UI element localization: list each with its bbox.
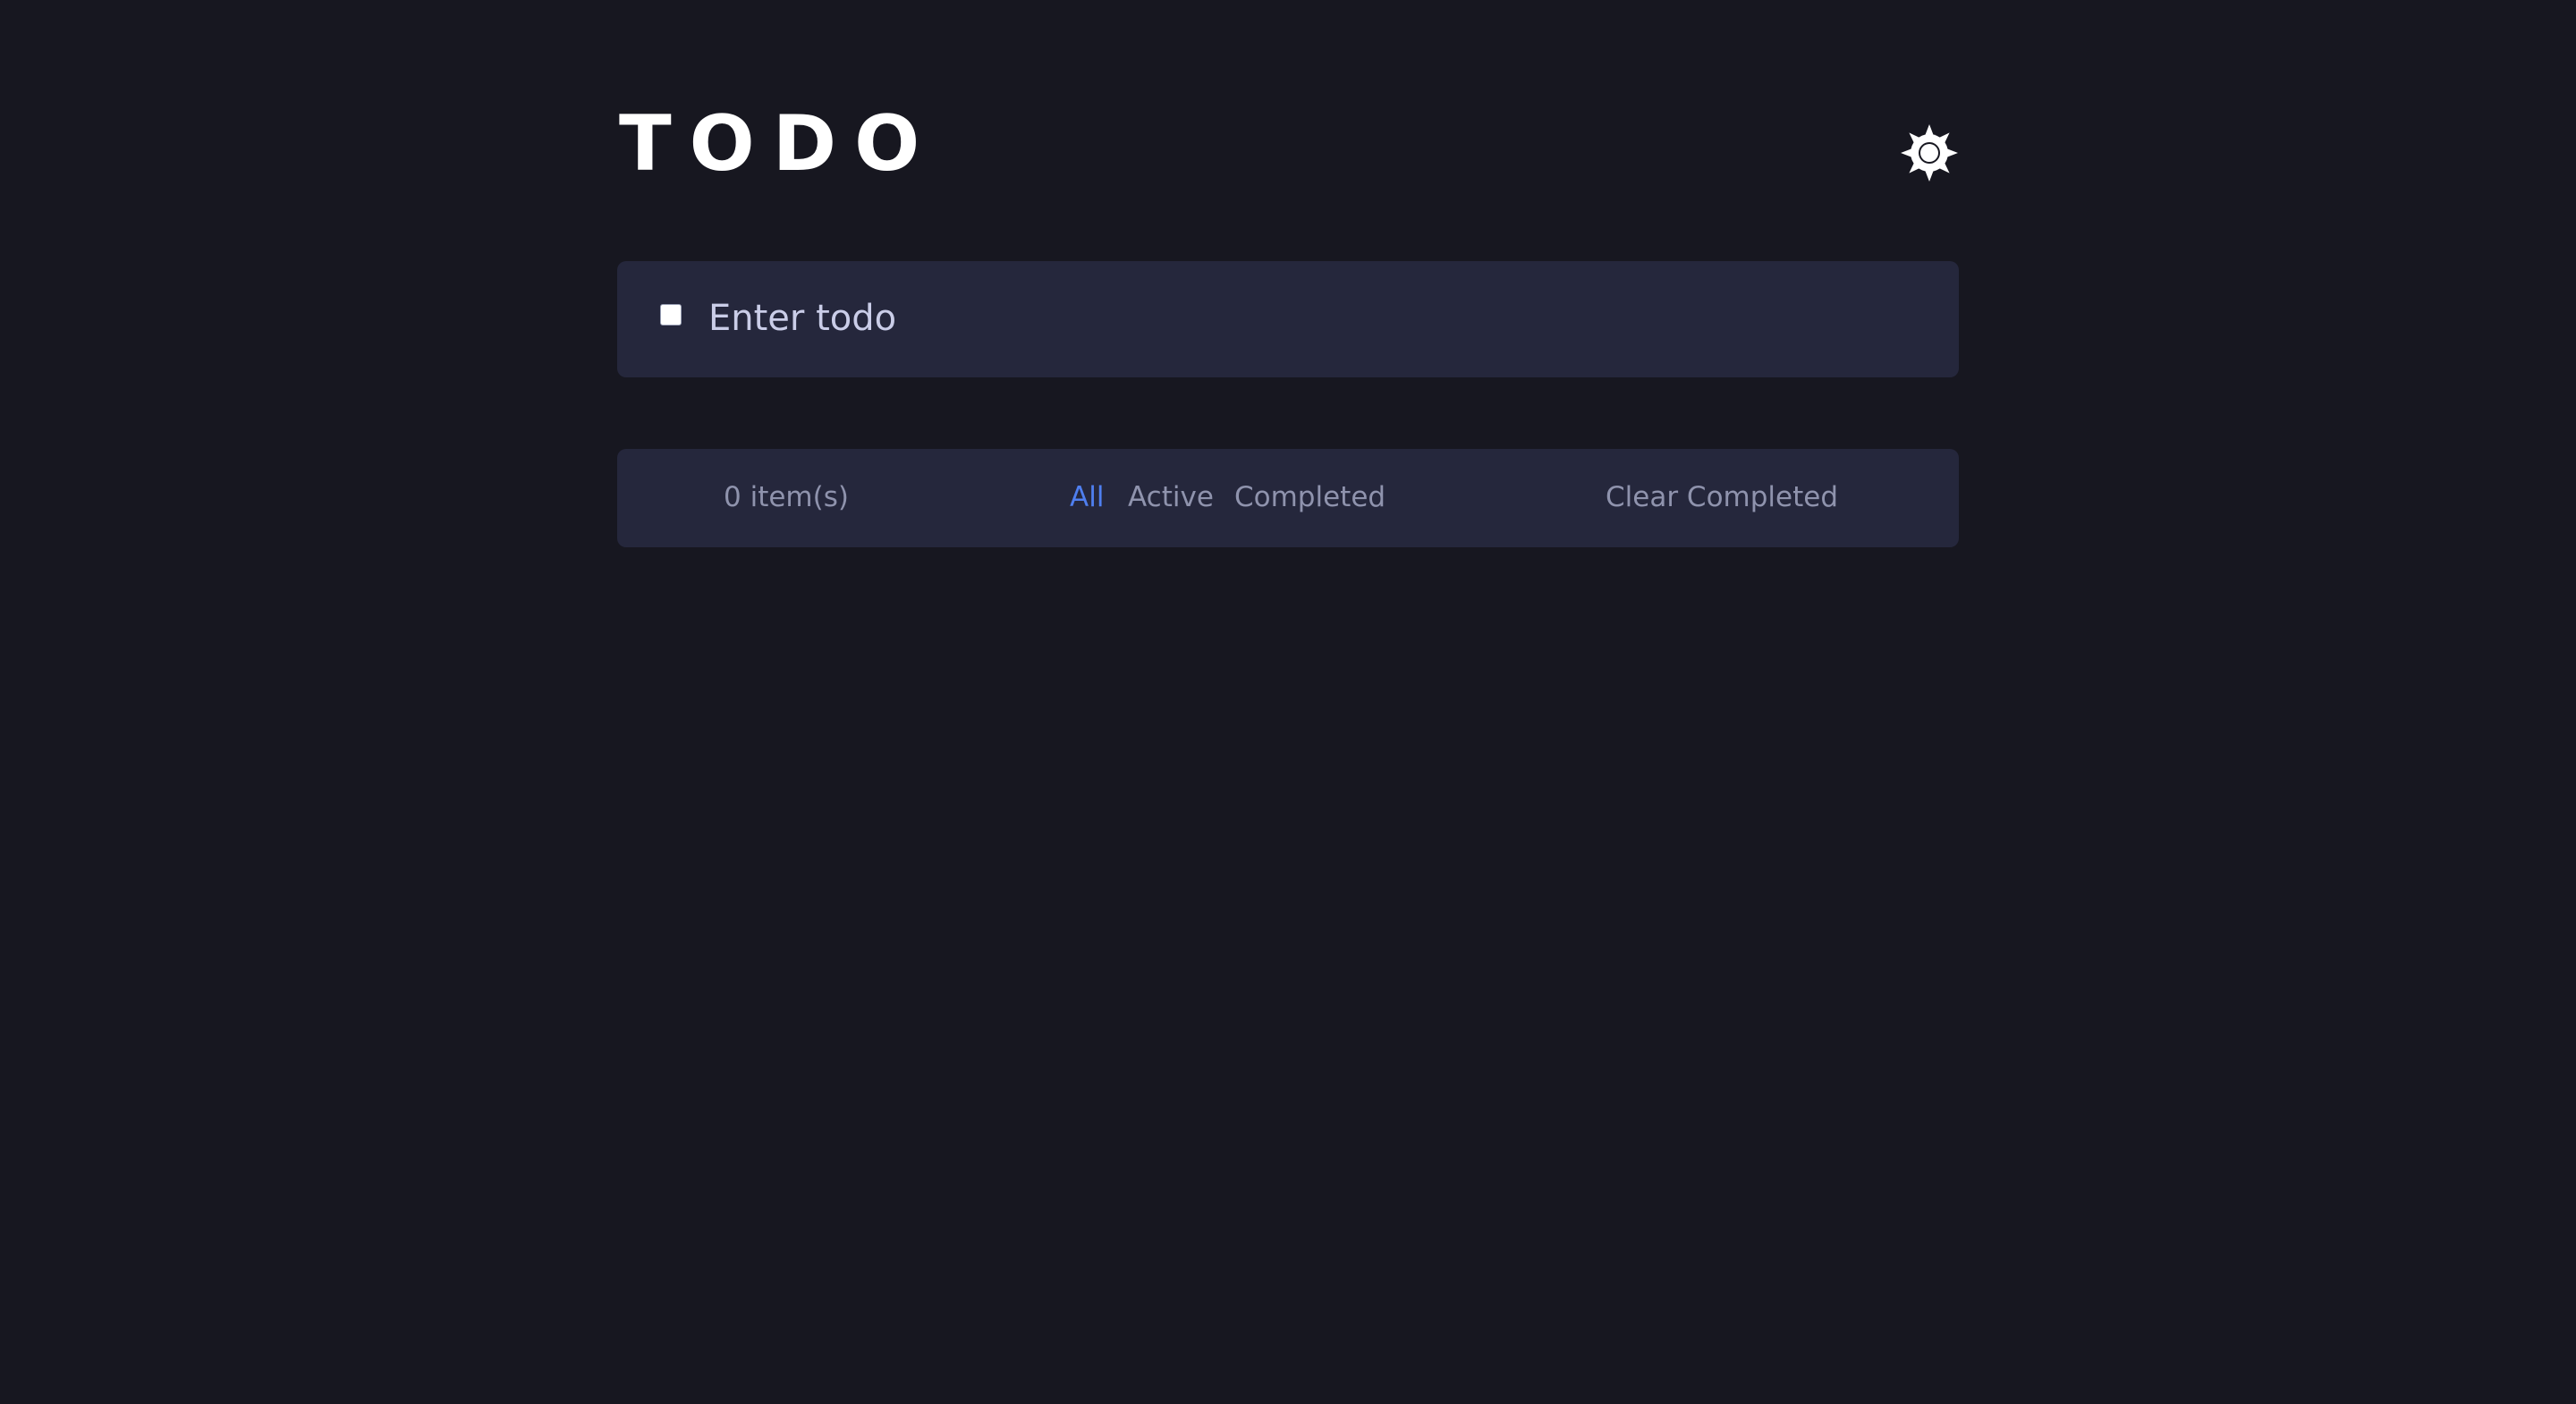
filter-active-button[interactable]: Active	[1128, 478, 1214, 517]
items-left-count: 0 item(s)	[724, 481, 849, 513]
header: TODO	[617, 0, 1959, 261]
todo-footer: 0 item(s) All Active Completed Clear Com…	[617, 449, 1959, 547]
todo-app: TODO 0 item(s	[617, 0, 1959, 547]
new-todo-card	[617, 261, 1959, 377]
theme-toggle-button[interactable]	[1900, 123, 1959, 182]
clear-completed-button[interactable]: Clear Completed	[1606, 478, 1838, 517]
sun-icon	[1901, 124, 1958, 182]
page-title: TODO	[619, 99, 938, 189]
filter-all-button[interactable]: All	[1070, 478, 1104, 517]
filter-completed-button[interactable]: Completed	[1234, 478, 1385, 517]
new-todo-checkbox[interactable]	[660, 304, 682, 326]
todo-input[interactable]	[708, 288, 1907, 349]
